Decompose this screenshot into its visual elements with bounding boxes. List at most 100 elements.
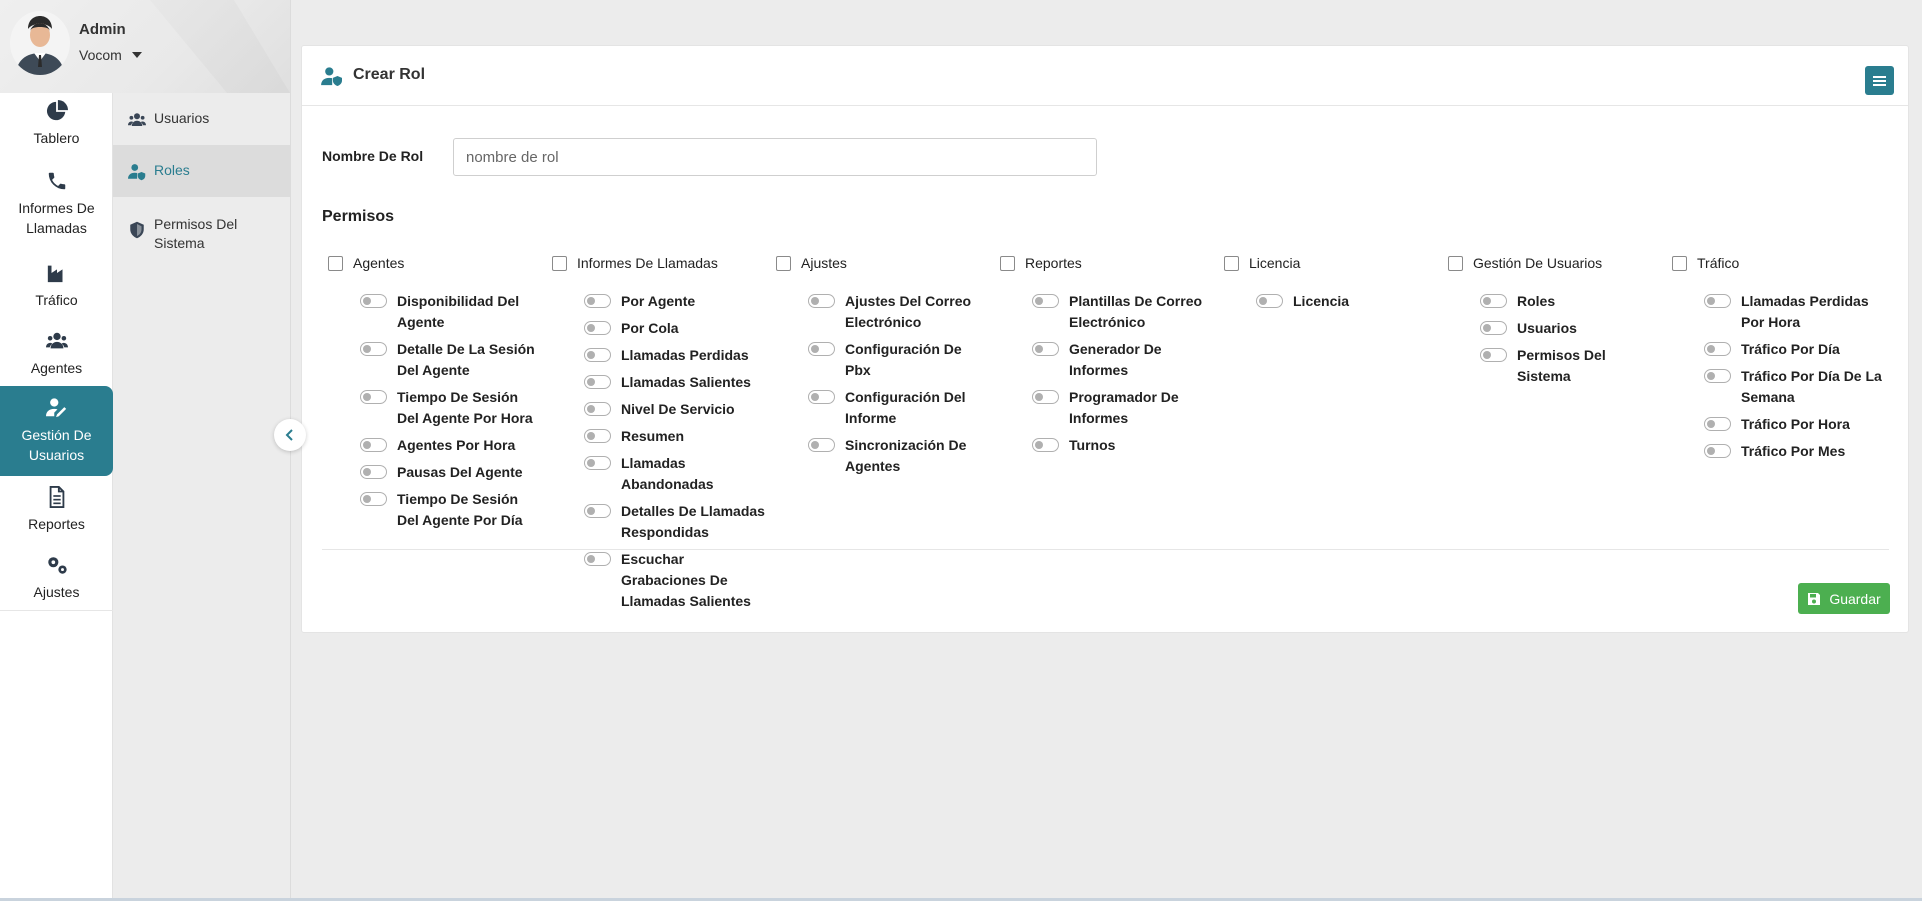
nav-gestion-de-usuarios[interactable]: Gestión De Usuarios — [0, 386, 113, 476]
permission-item[interactable]: Generador De Informes — [1032, 339, 1215, 381]
nav-trafico[interactable]: Tráfico — [0, 262, 113, 318]
nav-reportes[interactable]: Reportes — [0, 486, 113, 542]
role-name-label: Nombre De Rol — [322, 148, 424, 164]
permission-item[interactable]: Tráfico Por Día De La Semana — [1704, 366, 1887, 408]
card-header: Crear Rol — [302, 46, 1908, 106]
permission-toggle[interactable] — [1480, 348, 1507, 362]
permission-item[interactable]: Llamadas Salientes — [584, 372, 767, 393]
permission-group-checkbox[interactable]: Informes De Llamadas — [552, 253, 767, 273]
permission-toggle[interactable] — [360, 438, 387, 452]
permission-toggle[interactable] — [584, 402, 611, 416]
permission-item[interactable]: Agentes Por Hora — [360, 435, 543, 456]
submenu-item-permisos-del-sistema[interactable]: Permisos Del Sistema — [113, 197, 290, 269]
permission-group-checkbox[interactable]: Gestión De Usuarios — [1448, 253, 1663, 273]
permission-group-checkbox[interactable]: Ajustes — [776, 253, 991, 273]
permission-toggle[interactable] — [584, 504, 611, 518]
nav-label: Tráfico — [35, 292, 78, 308]
permission-toggle[interactable] — [1704, 369, 1731, 383]
permission-item[interactable]: Llamadas Perdidas Por Hora — [1704, 291, 1887, 333]
permission-group-checkbox[interactable]: Agentes — [328, 253, 543, 273]
checkbox[interactable] — [1672, 255, 1687, 271]
permission-group-checkbox[interactable]: Reportes — [1000, 253, 1215, 273]
checkbox[interactable] — [776, 255, 791, 271]
permission-item[interactable]: Por Cola — [584, 318, 767, 339]
permission-item[interactable]: Tráfico Por Día — [1704, 339, 1887, 360]
permission-toggle[interactable] — [1480, 294, 1507, 308]
permission-toggle[interactable] — [1032, 390, 1059, 404]
permission-toggle[interactable] — [360, 465, 387, 479]
permission-item[interactable]: Tiempo De Sesión Del Agente Por Día — [360, 489, 543, 531]
permission-group-label: Informes De Llamadas — [577, 255, 718, 271]
permission-toggle[interactable] — [808, 294, 835, 308]
permission-item[interactable]: Programador De Informes — [1032, 387, 1215, 429]
permission-toggle[interactable] — [584, 348, 611, 362]
checkbox[interactable] — [328, 255, 343, 271]
permission-item[interactable]: Disponibilidad Del Agente — [360, 291, 543, 333]
checkbox[interactable] — [552, 255, 567, 271]
permission-item[interactable]: Pausas Del Agente — [360, 462, 543, 483]
permission-toggle[interactable] — [360, 294, 387, 308]
nav-tablero[interactable]: Tablero — [0, 100, 113, 156]
permission-item[interactable]: Tráfico Por Mes — [1704, 441, 1887, 462]
permission-toggle[interactable] — [360, 390, 387, 404]
save-button[interactable]: Guardar — [1798, 583, 1890, 614]
nav-informes-de-llamadas[interactable]: Informes De Llamadas — [0, 170, 113, 246]
permission-toggle[interactable] — [1704, 444, 1731, 458]
nav-ajustes[interactable]: Ajustes — [0, 554, 113, 610]
collapse-sidebar-button[interactable] — [274, 419, 306, 451]
permission-item[interactable]: Nivel De Servicio — [584, 399, 767, 420]
role-name-input[interactable] — [453, 138, 1097, 176]
permission-item[interactable]: Roles — [1480, 291, 1663, 312]
permission-toggle[interactable] — [1032, 342, 1059, 356]
permission-item[interactable]: Por Agente — [584, 291, 767, 312]
permission-toggle[interactable] — [1032, 294, 1059, 308]
permission-toggle[interactable] — [1704, 417, 1731, 431]
permission-item[interactable]: Escuchar Grabaciones De Llamadas Salient… — [584, 549, 767, 612]
permission-toggle[interactable] — [1704, 342, 1731, 356]
permission-toggle[interactable] — [1704, 294, 1731, 308]
create-role-card: Crear Rol Nombre De Rol Permisos Agentes… — [301, 45, 1909, 633]
permission-toggle[interactable] — [584, 429, 611, 443]
permission-group-checkbox[interactable]: Licencia — [1224, 253, 1439, 273]
permission-item[interactable]: Configuración Del Informe — [808, 387, 991, 429]
permission-item[interactable]: Configuración De Pbx — [808, 339, 991, 381]
caret-down-icon[interactable] — [132, 52, 142, 58]
permission-item[interactable]: Ajustes Del Correo Electrónico — [808, 291, 991, 333]
permission-item[interactable]: Tiempo De Sesión Del Agente Por Hora — [360, 387, 543, 429]
permission-item[interactable]: Turnos — [1032, 435, 1215, 456]
permission-toggle[interactable] — [360, 342, 387, 356]
permission-group-checkbox[interactable]: Tráfico — [1672, 253, 1887, 273]
checkbox[interactable] — [1224, 255, 1239, 271]
company-selector[interactable]: Vocom — [79, 47, 122, 63]
permission-toggle[interactable] — [584, 321, 611, 335]
permission-item[interactable]: Sincronización De Agentes — [808, 435, 991, 477]
permission-toggle[interactable] — [584, 375, 611, 389]
permission-toggle[interactable] — [360, 492, 387, 506]
submenu-item-roles[interactable]: Roles — [113, 145, 290, 197]
permission-label: Tráfico Por Hora — [1741, 416, 1850, 432]
permission-item[interactable]: Plantillas De Correo Electrónico — [1032, 291, 1215, 333]
permission-toggle[interactable] — [584, 294, 611, 308]
permission-toggle[interactable] — [1256, 294, 1283, 308]
permission-toggle[interactable] — [1480, 321, 1507, 335]
checkbox[interactable] — [1000, 255, 1015, 271]
permission-toggle[interactable] — [808, 438, 835, 452]
permission-item[interactable]: Llamadas Perdidas — [584, 345, 767, 366]
permission-item[interactable]: Licencia — [1256, 291, 1439, 312]
permission-item[interactable]: Permisos Del Sistema — [1480, 345, 1663, 387]
permission-toggle[interactable] — [808, 390, 835, 404]
permission-toggle[interactable] — [584, 552, 611, 566]
checkbox[interactable] — [1448, 255, 1463, 271]
permission-item[interactable]: Detalles De Llamadas Respondidas — [584, 501, 767, 543]
permission-item[interactable]: Llamadas Abandonadas — [584, 453, 767, 495]
permission-toggle[interactable] — [584, 456, 611, 470]
permission-toggle[interactable] — [1032, 438, 1059, 452]
submenu-item-usuarios[interactable]: Usuarios — [113, 93, 290, 145]
permission-item[interactable]: Resumen — [584, 426, 767, 447]
permission-item[interactable]: Tráfico Por Hora — [1704, 414, 1887, 435]
nav-agentes[interactable]: Agentes — [0, 330, 113, 386]
card-menu-button[interactable] — [1865, 66, 1894, 95]
permission-item[interactable]: Detalle De La Sesión Del Agente — [360, 339, 543, 381]
permission-item[interactable]: Usuarios — [1480, 318, 1663, 339]
permission-toggle[interactable] — [808, 342, 835, 356]
